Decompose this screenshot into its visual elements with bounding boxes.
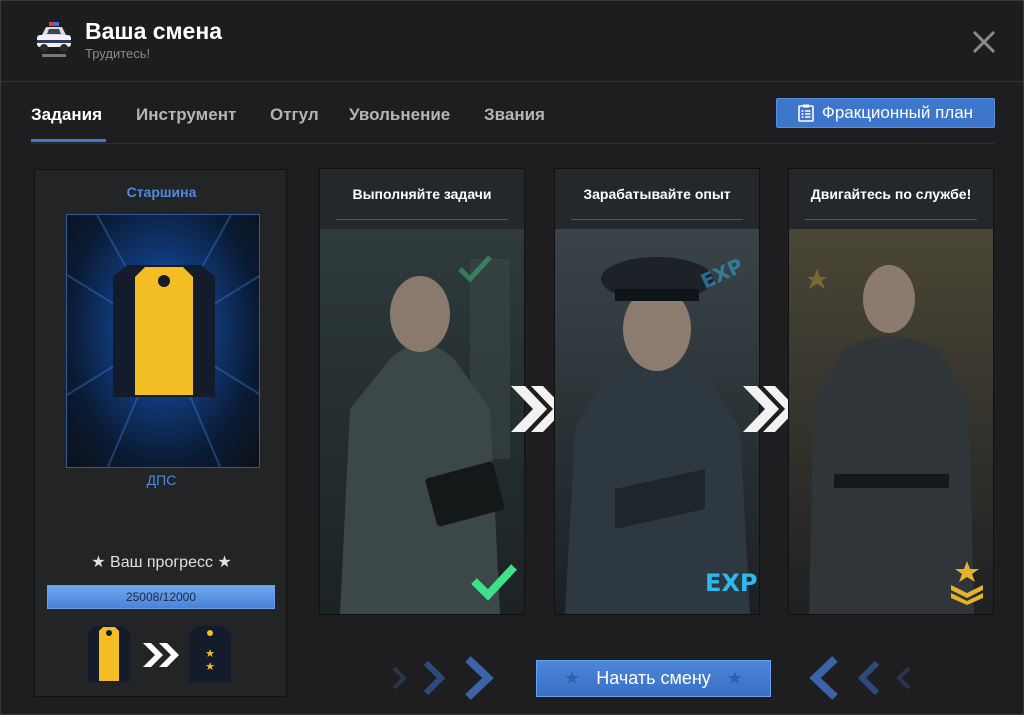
start-shift-label: Начать смену: [596, 668, 711, 688]
active-tab-indicator: [31, 139, 106, 142]
faction-plan-label: Фракционный план: [821, 103, 974, 122]
rank-badge: [66, 214, 260, 468]
clipboard-list-icon: [798, 104, 814, 122]
decorative-chevrons-left: [392, 656, 494, 700]
officer-standing-illustration: [789, 229, 993, 614]
window-header: Ваша смена Трудитесь!: [1, 1, 1023, 82]
card-title: Выполняйте задачи: [352, 186, 492, 202]
police-car-icon: [37, 22, 71, 57]
card-tasks: Выполняйте задачи: [319, 168, 525, 615]
window-title: Ваша смена: [85, 18, 223, 44]
card-divider: [571, 219, 743, 220]
window-subtitle: Трудитесь!: [85, 46, 151, 61]
faction-plan-button[interactable]: Фракционный план: [776, 98, 995, 128]
progress-text: 25008/12000: [125, 590, 197, 604]
officer-with-tablet-illustration: [320, 229, 524, 614]
card-title: Двигайтесь по службе!: [810, 186, 972, 202]
tab-ranks[interactable]: Звания: [484, 105, 545, 125]
rank-unit: ДПС: [146, 472, 177, 488]
star-icon: ★: [726, 668, 743, 688]
current-rank-icon: [88, 626, 130, 682]
rank-name: Старшина: [126, 184, 197, 200]
progress-label: ★ Ваш прогресс ★: [91, 554, 232, 571]
shift-window: Ваша смена Трудитесь! Задания Инструмент…: [0, 0, 1024, 715]
start-shift-button[interactable]: ★ Начать смену ★: [536, 660, 771, 697]
tab-day-off[interactable]: Отгул: [270, 105, 319, 125]
progress-bar: 25008/12000: [47, 585, 275, 609]
shoulder-strap-icon: [67, 215, 259, 467]
card-divider: [336, 219, 508, 220]
card-divider: [805, 219, 977, 220]
star-icon: ★: [564, 668, 581, 688]
tab-tasks[interactable]: Задания: [31, 105, 102, 125]
svg-text:★: ★: [205, 660, 215, 673]
tab-divider: [31, 143, 995, 144]
tab-instrument[interactable]: Инструмент: [136, 105, 236, 125]
card-promotion: Двигайтесь по службе!: [788, 168, 994, 615]
rank-chevron-icon: [951, 561, 983, 605]
tab-dismissal[interactable]: Увольнение: [349, 105, 450, 125]
card-experience: Зарабатывайте опыт EXP EXP: [554, 168, 760, 615]
rank-panel: Старшина ДПС ★ Ваш прогресс ★ 25008/1200…: [34, 169, 287, 697]
officer-with-cap-illustration: EXP: [555, 229, 759, 614]
exp-icon: EXP: [705, 569, 758, 597]
double-chevron-icon: [143, 643, 179, 667]
close-icon[interactable]: [969, 27, 999, 57]
next-rank-icon: ★ ★: [189, 626, 231, 682]
rank-transition: ★ ★: [85, 625, 245, 685]
decorative-chevrons-right: [809, 656, 911, 700]
card-title: Зарабатывайте опыт: [583, 186, 731, 202]
checkmark-icon: [471, 564, 517, 601]
svg-text:★: ★: [205, 647, 215, 660]
